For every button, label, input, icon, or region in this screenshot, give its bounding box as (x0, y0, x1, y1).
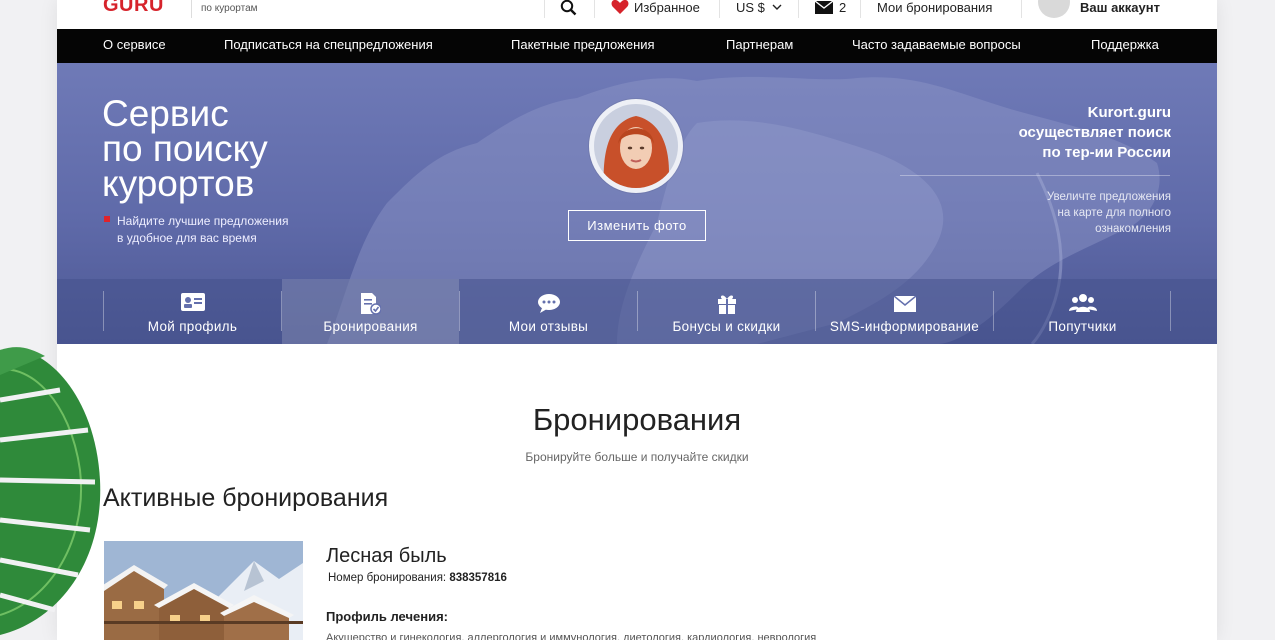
booking-name[interactable]: Лесная быль (326, 545, 447, 568)
logo-separator (191, 0, 192, 18)
booking-document-icon (360, 293, 381, 315)
my-bookings-link[interactable]: Мои бронирования (877, 0, 992, 18)
my-bookings-label: Мои бронирования (877, 0, 993, 15)
search-icon (560, 0, 577, 15)
page-title: Бронирования (532, 402, 742, 437)
nav-item-packages[interactable]: Пакетные предложения (511, 29, 655, 63)
header-divider (544, 0, 545, 18)
header-divider (594, 0, 595, 18)
main-navigation: О сервисе Подписаться на спецпредложения… (57, 29, 1217, 63)
top-header: GURU по курортам Избранное US $ 2 Мои бр… (57, 0, 1217, 29)
tab-my-reviews[interactable]: Мои отзывы (460, 279, 637, 344)
heart-icon (611, 0, 629, 14)
tab-label: SMS-информирование (829, 319, 980, 334)
messages-count: 2 (839, 0, 847, 15)
section-title: Активные бронирования (103, 484, 389, 512)
hotel-photo (104, 541, 303, 640)
tab-label: Бонусы и скидки (672, 319, 781, 334)
tab-my-profile[interactable]: Мой профиль (104, 279, 281, 344)
page-frame: GURU по курортам Избранное US $ 2 Мои бр… (57, 0, 1217, 640)
treatment-profile-label: Профиль лечения: (326, 609, 448, 624)
nav-item-subscribe[interactable]: Подписаться на спецпредложения (224, 29, 433, 63)
header-divider (798, 0, 799, 18)
profile-card-icon (180, 293, 205, 311)
change-photo-button[interactable]: Изменить фото (568, 210, 706, 241)
people-icon (1068, 294, 1097, 312)
hero-note: Найдите лучшие предложения в удобное для… (117, 214, 289, 245)
page-subtitle: Бронируйте больше и получайте скидки (525, 450, 749, 464)
tab-label: Бронирования (323, 319, 418, 334)
tab-bonuses[interactable]: Бонусы и скидки (638, 279, 815, 344)
tab-label: Мой профиль (147, 319, 238, 334)
profile-hero: Сервис по поиску курортов Найдите лучшие… (57, 63, 1217, 344)
tab-separator (1170, 291, 1171, 331)
red-marker (104, 216, 110, 222)
header-divider (860, 0, 861, 18)
currency-label: US $ (736, 0, 765, 15)
messages-button[interactable]: 2 (815, 0, 846, 18)
booking-hotel-image[interactable] (104, 541, 303, 640)
tab-travel-companions[interactable]: Попутчики (994, 279, 1171, 344)
account-menu[interactable]: Ваш аккаунт (1038, 0, 1160, 18)
gift-icon (717, 295, 736, 314)
tab-bookings[interactable]: Бронирования (282, 279, 459, 344)
account-avatar (1038, 0, 1070, 18)
nav-item-support[interactable]: Поддержка (1091, 29, 1159, 63)
hero-right-note: Увеличте предложения на карте для полног… (1046, 191, 1171, 235)
tab-label: Мои отзывы (508, 319, 589, 334)
monstera-leaf-decoration (0, 347, 101, 635)
search-button[interactable] (560, 0, 577, 18)
treatment-profile-list: Акушерство и гинекология, аллергология и… (326, 632, 817, 640)
nav-item-partners[interactable]: Партнерам (726, 29, 793, 63)
chat-bubbles-icon (537, 294, 560, 313)
envelope-icon (815, 0, 833, 14)
tab-label: Попутчики (1048, 319, 1117, 334)
currency-selector[interactable]: US $ (736, 0, 782, 18)
tab-sms-notifications[interactable]: SMS-информирование (816, 279, 993, 344)
hero-right-title: Kurort.guru осуществляет поиск по тер-ии… (1018, 104, 1171, 161)
logo-tagline: по курортам (201, 3, 258, 14)
header-divider (1021, 0, 1022, 18)
nav-item-about[interactable]: О сервисе (103, 29, 166, 63)
logo[interactable]: GURU (103, 0, 164, 17)
favorites-label: Избранное (634, 0, 700, 15)
envelope-icon (893, 296, 916, 312)
booking-number: Номер бронирования: 838357816 (328, 572, 507, 584)
profile-tabs: Мой профиль Бронирования Мои отзывы Бону… (57, 279, 1217, 344)
hero-divider (900, 175, 1170, 176)
account-label: Ваш аккаунт (1080, 0, 1160, 15)
profile-photo (589, 99, 683, 193)
chevron-down-icon (772, 4, 782, 10)
header-divider (719, 0, 720, 18)
favorites-link[interactable]: Избранное (611, 0, 700, 18)
hero-title: Сервис по поиску курортов (102, 93, 268, 204)
profile-photo-image (594, 104, 678, 188)
nav-item-faq[interactable]: Часто задаваемые вопросы (852, 29, 1021, 63)
